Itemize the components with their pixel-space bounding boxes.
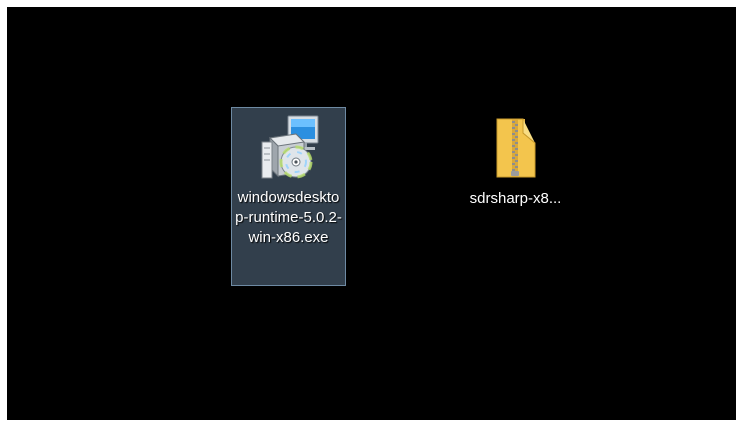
zip-folder-icon bbox=[496, 118, 535, 178]
desktop-icon-windowsdesktop-runtime[interactable]: windowsdesktop-runtime-5.0.2-win-x86.exe bbox=[231, 107, 346, 286]
screenshot-frame: windowsdesktop-runtime-5.0.2-win-x86.exe bbox=[0, 0, 741, 425]
desktop-icon-sdrsharp[interactable]: sdrsharp-x8... bbox=[458, 107, 573, 217]
desktop-icon-label: windowsdesktop-runtime-5.0.2-win-x86.exe bbox=[235, 189, 342, 246]
installer-icon bbox=[261, 115, 318, 179]
desktop-icon-label: sdrsharp-x8... bbox=[469, 190, 562, 207]
desktop[interactable]: windowsdesktop-runtime-5.0.2-win-x86.exe bbox=[7, 7, 736, 420]
